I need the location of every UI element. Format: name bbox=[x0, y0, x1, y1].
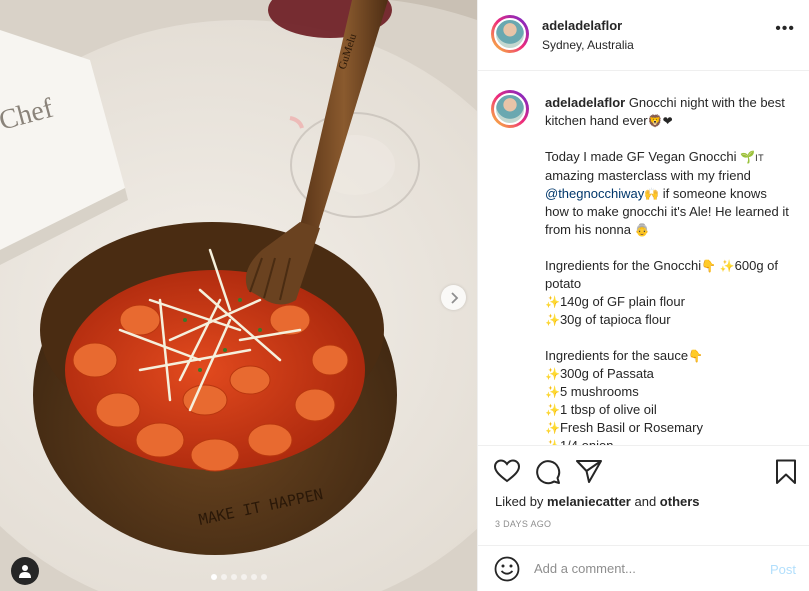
heart-icon[interactable] bbox=[494, 459, 520, 483]
comment-bar: Post bbox=[478, 545, 809, 591]
likes-summary: Liked by melaniecatter and others bbox=[495, 494, 700, 509]
comment-input[interactable] bbox=[534, 558, 754, 578]
more-options-button[interactable]: ••• bbox=[775, 21, 795, 37]
food-photo: Chef MAKE IT HAPPEN GuMelu bbox=[0, 0, 477, 591]
lion-heart-emoji: 🦁❤ bbox=[647, 114, 673, 128]
paper-plane-icon[interactable] bbox=[576, 459, 602, 483]
nonna-emoji: 👵 bbox=[634, 223, 650, 237]
location-link[interactable]: Sydney, Australia bbox=[542, 38, 634, 52]
liked-by-and: and bbox=[630, 494, 660, 509]
liked-by-user-link[interactable]: melaniecatter bbox=[547, 494, 631, 509]
carousel-indicator bbox=[0, 574, 477, 580]
sauce-ingredients-title: Ingredients for the sauce bbox=[545, 348, 689, 363]
gnocchi-ingredient: 140g of GF plain flour bbox=[559, 294, 685, 309]
post-side-panel: adeladelaflor Sydney, Australia ••• adel… bbox=[477, 0, 809, 591]
sparkles-emoji: ✨ bbox=[545, 385, 560, 399]
header-username-link[interactable]: adeladelaflor bbox=[542, 18, 622, 33]
carousel-dot bbox=[240, 574, 247, 580]
post-header: adeladelaflor Sydney, Australia ••• bbox=[478, 0, 809, 71]
caption-area[interactable]: adeladelaflor Gnocchi night with the bes… bbox=[478, 71, 809, 446]
action-bar bbox=[478, 446, 809, 496]
sprout-emoji: 🌱 bbox=[740, 150, 756, 164]
liked-by-others-link[interactable]: others bbox=[660, 494, 700, 509]
sparkles-emoji: ✨ bbox=[545, 295, 560, 309]
point-down-emoji: 👇 bbox=[701, 259, 717, 273]
caption-p2-a: Today I made GF Vegan Gnocchi bbox=[545, 149, 741, 164]
carousel-next-button[interactable] bbox=[441, 285, 466, 310]
carousel-dot bbox=[210, 574, 217, 580]
it-glyph: IT bbox=[755, 153, 765, 163]
sparkles-emoji: ✨ bbox=[545, 313, 560, 327]
post-date[interactable]: 3 DAYS AGO bbox=[495, 519, 551, 529]
caption-avatar[interactable] bbox=[491, 90, 529, 128]
post-comment-button[interactable]: Post bbox=[770, 562, 796, 577]
sparkles-emoji: ✨ bbox=[545, 421, 560, 435]
comment-bubble-icon[interactable] bbox=[535, 459, 561, 485]
tagged-users-button[interactable] bbox=[11, 557, 39, 585]
avatar[interactable] bbox=[491, 15, 529, 53]
sauce-ingredient: 1 tbsp of olive oil bbox=[559, 402, 657, 417]
carousel-dot bbox=[260, 574, 267, 580]
sparkles-emoji: ✨ bbox=[545, 403, 560, 417]
point-down-emoji: 👇 bbox=[688, 349, 704, 363]
sauce-ingredient: 300g of Passata bbox=[559, 366, 654, 381]
caption-username-link[interactable]: adeladelaflor bbox=[545, 95, 625, 110]
liked-by-prefix: Liked by bbox=[495, 494, 548, 509]
bookmark-icon[interactable] bbox=[775, 459, 797, 485]
sauce-ingredient: 5 mushrooms bbox=[559, 384, 639, 399]
sparkles-emoji: ✨ bbox=[545, 439, 560, 446]
carousel-dot bbox=[230, 574, 237, 580]
mention-link[interactable]: @thegnocchiway bbox=[545, 186, 644, 201]
sparkles-emoji: ✨ bbox=[719, 259, 735, 273]
caption-text: adeladelaflor Gnocchi night with the bes… bbox=[545, 94, 790, 446]
sauce-ingredient: Fresh Basil or Rosemary bbox=[559, 420, 703, 435]
gnocchi-ingredients-title: Ingredients for the Gnocchi bbox=[545, 258, 702, 273]
sauce-ingredient: 1/4 onion bbox=[559, 438, 614, 446]
carousel-dot bbox=[250, 574, 257, 580]
post-media[interactable]: Chef MAKE IT HAPPEN GuMelu bbox=[0, 0, 477, 591]
carousel-dot bbox=[220, 574, 227, 580]
chevron-right-icon bbox=[450, 291, 458, 304]
caption-p2-b: amazing masterclass with my friend bbox=[545, 168, 751, 183]
hands-emoji: 🙌 bbox=[644, 187, 660, 201]
smiley-icon[interactable] bbox=[494, 556, 520, 582]
sparkles-emoji: ✨ bbox=[545, 367, 560, 381]
gnocchi-ingredient: 30g of tapioca flour bbox=[559, 312, 671, 327]
